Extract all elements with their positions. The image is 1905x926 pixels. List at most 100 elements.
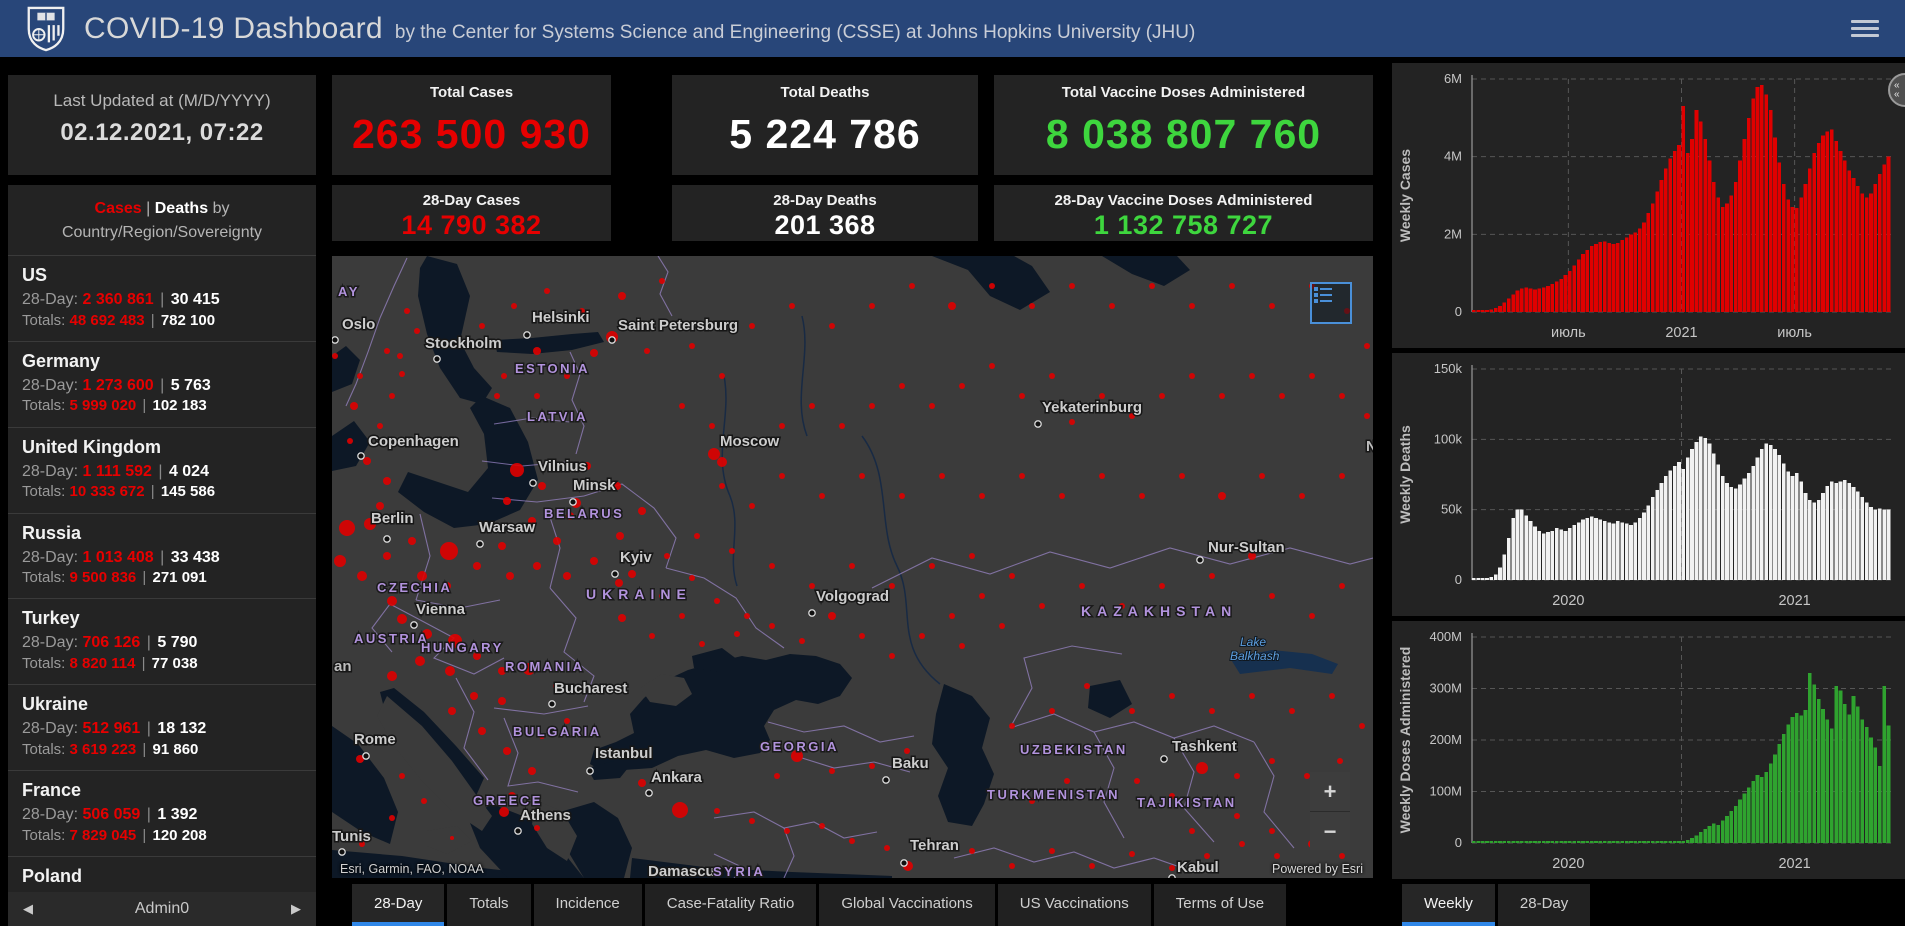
country-28day-line: 28-Day: 512 961 | 18 132 — [22, 718, 302, 740]
svg-text:TURKMENISTAN: TURKMENISTAN — [987, 787, 1120, 802]
svg-text:BELARUS: BELARUS — [544, 506, 624, 521]
chart-tab-28-day[interactable]: 28-Day — [1498, 884, 1590, 926]
country-totals-line: Totals: 48 692 483 | 782 100 — [22, 311, 302, 331]
svg-text:Balkhash: Balkhash — [1230, 649, 1280, 663]
legend-button[interactable] — [1310, 282, 1352, 324]
svg-text:BULGARIA: BULGARIA — [513, 724, 602, 739]
stat-value: 5 224 786 — [672, 111, 978, 158]
svg-text:0: 0 — [1455, 572, 1462, 587]
menu-icon[interactable] — [1851, 16, 1879, 40]
country-name: Poland — [22, 866, 302, 887]
country-name: Germany — [22, 351, 302, 372]
stat-box-total-cases: Total Cases263 500 930 — [332, 75, 611, 175]
svg-text:Damascus: Damascus — [648, 863, 723, 878]
svg-text:50k: 50k — [1441, 502, 1462, 517]
svg-text:0: 0 — [1455, 304, 1462, 319]
svg-text:100k: 100k — [1434, 431, 1463, 446]
svg-text:Weekly Doses Administered: Weekly Doses Administered — [1397, 647, 1413, 834]
svg-text:2021: 2021 — [1778, 856, 1810, 872]
country-totals-line: Totals: 9 500 836 | 271 091 — [22, 568, 302, 588]
tab-us-vaccinations[interactable]: US Vaccinations — [998, 884, 1151, 926]
svg-text:Lake: Lake — [1240, 635, 1266, 649]
zoom-out-button[interactable]: − — [1310, 812, 1350, 851]
map-attribution: Esri, Garmin, FAO, NOAA — [340, 862, 484, 876]
country-name: Ukraine — [22, 694, 302, 715]
country-totals-line: Totals: 3 619 223 | 91 860 — [22, 740, 302, 760]
country-row[interactable]: Russia 28-Day: 1 013 408 | 33 438Totals: … — [8, 514, 316, 600]
tab-28-day[interactable]: 28-Day — [352, 884, 444, 926]
tab-terms-of-use[interactable]: Terms of Use — [1154, 884, 1286, 926]
svg-text:Saint Petersburg: Saint Petersburg — [618, 317, 738, 334]
esri-attribution: Powered by Esri — [1272, 862, 1363, 876]
app-header: COVID-19 Dashboard by the Center for Sys… — [0, 0, 1905, 57]
tab-global-vaccinations[interactable]: Global Vaccinations — [819, 884, 994, 926]
country-row[interactable]: Turkey28-Day: 706 126 | 5 790Totals: 8 8… — [8, 599, 316, 685]
svg-text:Stockholm: Stockholm — [425, 335, 502, 352]
country-totals-line: Totals: 7 829 045 | 120 208 — [22, 826, 302, 846]
country-28day-line: 28-Day: 1 273 600 | 5 763 — [22, 375, 302, 397]
last-updated-label: Last Updated at (M/D/YYYY) — [8, 91, 316, 111]
tab-case-fatality-ratio[interactable]: Case-Fatality Ratio — [645, 884, 817, 926]
header-scope: Country/Region/Sovereignty — [14, 221, 310, 245]
page-title: COVID-19 Dashboard by the Center for Sys… — [84, 12, 1195, 46]
svg-text:Tashkent: Tashkent — [1172, 738, 1237, 755]
jhu-logo-icon — [26, 6, 66, 52]
stat-value: 263 500 930 — [332, 111, 611, 158]
svg-text:TAJIKISTAN: TAJIKISTAN — [1137, 795, 1237, 810]
stat-label: Total Deaths — [672, 84, 978, 101]
country-totals-line: Totals: 10 333 672 | 145 586 — [22, 482, 302, 502]
svg-text:UKRAINE: UKRAINE — [586, 586, 692, 602]
country-28day-line: 28-Day: 506 059 | 1 392 — [22, 804, 302, 826]
svg-text:100M: 100M — [1429, 784, 1462, 799]
world-map[interactable]: OsloStockholmHelsinkiSaint PetersburgMos… — [332, 256, 1373, 878]
svg-text:Athens: Athens — [520, 807, 571, 824]
svg-text:Tehran: Tehran — [910, 837, 959, 854]
tab-incidence[interactable]: Incidence — [534, 884, 642, 926]
svg-text:GEORGIA: GEORGIA — [760, 739, 839, 754]
stat-box-28-day-cases: 28-Day Cases14 790 382 — [332, 185, 611, 241]
svg-text:KAZAKHSTAN: KAZAKHSTAN — [1081, 603, 1237, 619]
zoom-in-button[interactable]: + — [1310, 772, 1350, 812]
map-zoom-control: + − — [1310, 772, 1350, 850]
svg-text:HUNGARY: HUNGARY — [421, 640, 504, 655]
svg-text:2021: 2021 — [1778, 593, 1810, 609]
country-28day-line: 28-Day: 1 013 408 | 33 438 — [22, 547, 302, 569]
svg-text:2020: 2020 — [1552, 593, 1584, 609]
dashboard-title: COVID-19 Dashboard — [84, 12, 383, 46]
svg-text:LATVIA: LATVIA — [527, 409, 588, 424]
tab-totals[interactable]: Totals — [447, 884, 530, 926]
chart-tab-weekly[interactable]: Weekly — [1402, 884, 1495, 926]
svg-text:an: an — [334, 658, 352, 675]
svg-text:Kabul: Kabul — [1177, 859, 1219, 876]
svg-text:Vienna: Vienna — [416, 601, 466, 618]
svg-text:Ankara: Ankara — [651, 769, 703, 786]
country-row[interactable]: France28-Day: 506 059 | 1 392Totals: 7 8… — [8, 771, 316, 857]
pager-left-icon[interactable]: ◀ — [8, 901, 48, 917]
country-row[interactable]: Poland28-Day: 505 393 | 6 562 — [8, 857, 316, 892]
country-row[interactable]: Ukraine 28-Day: 512 961 | 18 132Totals: 3… — [8, 685, 316, 771]
svg-text:CZECHIA: CZECHIA — [377, 580, 452, 595]
svg-text:Rome: Rome — [354, 731, 396, 748]
svg-text:Berlin: Berlin — [371, 510, 414, 527]
svg-text:4M: 4M — [1444, 149, 1462, 164]
pager-right-icon[interactable]: ▶ — [276, 901, 316, 917]
admin-level-label: Admin0 — [135, 900, 189, 918]
svg-text:Oslo: Oslo — [342, 316, 375, 333]
stat-label: 28-Day Vaccine Doses Administered — [994, 192, 1373, 209]
country-name: Russia — [22, 523, 302, 544]
country-row[interactable]: US28-Day: 2 360 861 | 30 415Totals: 48 6… — [8, 256, 316, 342]
svg-text:июль: июль — [1777, 325, 1812, 341]
country-row[interactable]: United Kingdom28-Day: 1 111 592 | 4 024T… — [8, 428, 316, 514]
svg-text:Warsaw: Warsaw — [479, 519, 535, 536]
stat-value: 1 132 758 727 — [994, 210, 1373, 241]
svg-text:AUSTRIA: AUSTRIA — [354, 631, 429, 646]
svg-text:200M: 200M — [1429, 732, 1462, 747]
svg-text:400M: 400M — [1429, 629, 1462, 644]
stat-label: Total Vaccine Doses Administered — [994, 84, 1373, 101]
map-view-tabs: 28-DayTotalsIncidenceCase-Fatality Ratio… — [352, 884, 1289, 926]
svg-text:Yekaterinburg: Yekaterinburg — [1042, 399, 1142, 416]
country-28day-line: 28-Day: 1 111 592 | 4 024 — [22, 461, 302, 483]
country-row[interactable]: Germany 28-Day: 1 273 600 | 5 763Totals: … — [8, 342, 316, 428]
weekly-deaths-chart: 050k100k150k20202021Weekly Deaths — [1392, 353, 1905, 616]
country-totals-line: Totals: 5 999 020 | 102 183 — [22, 396, 302, 416]
